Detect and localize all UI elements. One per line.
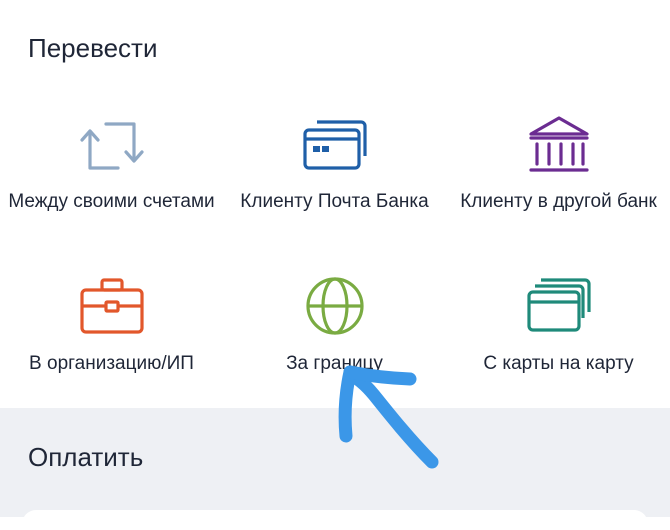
tile-label: В организацию/ИП [29,353,194,374]
bank-building-icon [528,116,589,172]
transfer-to-pochta-bank-client-button[interactable]: Клиенту Почта Банка [223,110,446,260]
briefcase-icon [79,278,144,334]
pay-card[interactable] [22,510,648,530]
pay-section-title: Оплатить [28,442,144,472]
transfer-section-title: Перевести [28,33,158,63]
transfer-section: Перевести Между своими счетами Клиенту П… [0,0,670,408]
transfer-to-organization-button[interactable]: В организацию/ИП [0,272,223,422]
tile-label: С карты на карту [483,353,634,374]
tile-label: Между своими счетами [8,191,215,212]
tile-label: За границу [286,353,383,374]
pay-section: Оплатить [0,408,670,530]
tile-label: Клиенту в другой банк [460,191,657,212]
transfer-between-own-accounts-button[interactable]: Между своими счетами [0,110,223,260]
transfer-to-other-bank-button[interactable]: Клиенту в другой банк [447,110,670,260]
arrows-exchange-icon [79,122,144,170]
bank-card-icon [302,120,367,170]
cards-icon [526,278,591,332]
transfer-abroad-button[interactable]: За границу [223,272,446,422]
globe-icon [305,277,364,335]
tile-label: Клиенту Почта Банка [240,191,429,212]
card-to-card-button[interactable]: С карты на карту [447,272,670,422]
